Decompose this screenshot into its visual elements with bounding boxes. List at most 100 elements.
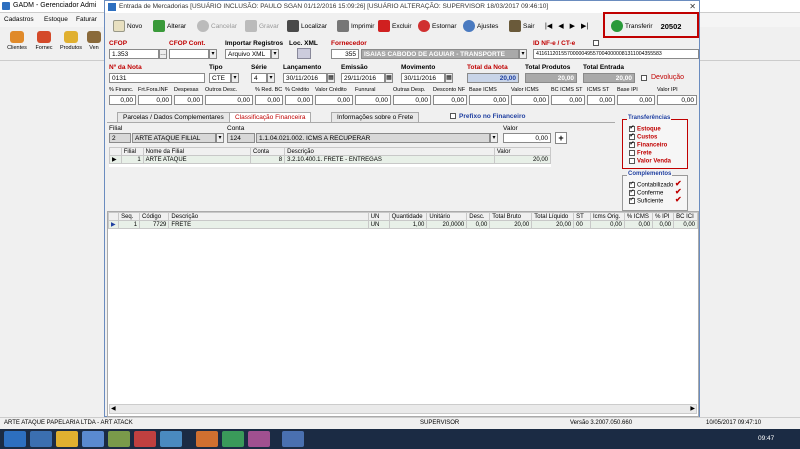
id-nfe-field[interactable]: 4116112015570000049557004000008131100435…: [533, 49, 699, 59]
complementos-checkbox-item[interactable]: Suficiente: [629, 196, 663, 205]
col-total-bruto[interactable]: Total Bruto: [489, 212, 533, 221]
tax-field[interactable]: 0,00: [393, 95, 431, 105]
loc-xml-icon[interactable]: [297, 48, 311, 59]
transferencias-checkbox-item[interactable]: Financeiro: [629, 140, 667, 149]
movimento-field[interactable]: 30/11/2016: [401, 73, 445, 83]
cancelar-button[interactable]: Cancelar: [197, 17, 237, 35]
tax-field[interactable]: 0,00: [469, 95, 509, 105]
chevron-down-icon[interactable]: ▾: [267, 73, 275, 83]
tax-field[interactable]: 0,00: [205, 95, 253, 105]
alterar-button[interactable]: Alterar: [153, 17, 186, 35]
gravar-button[interactable]: Gravar: [245, 17, 279, 35]
tab-frete[interactable]: Informações sobre o Frete: [331, 112, 420, 122]
checkbox[interactable]: [629, 196, 635, 204]
tax-field[interactable]: 0,00: [551, 95, 585, 105]
conta-code-field[interactable]: 124: [227, 133, 255, 143]
calendar-icon[interactable]: ▦: [385, 73, 393, 83]
transferencias-checkbox-item[interactable]: Valor Venda: [629, 158, 671, 165]
tax-field[interactable]: 0,00: [355, 95, 391, 105]
taskbar-app5-icon[interactable]: [248, 431, 270, 447]
valor-field[interactable]: 0,00: [503, 133, 551, 143]
cfop-cont-field[interactable]: [169, 49, 209, 59]
filial-code-field[interactable]: 2: [109, 133, 131, 143]
scroll-right-icon[interactable]: ▶: [690, 405, 695, 412]
nota-field[interactable]: 0131: [109, 73, 205, 83]
taskbar-app4-icon[interactable]: [160, 431, 182, 447]
checkbox[interactable]: [629, 158, 635, 164]
taskbar-app2-icon[interactable]: [108, 431, 130, 447]
complementos-checkbox-item[interactable]: Contabilizado: [629, 180, 673, 189]
col-valor[interactable]: Valor: [493, 147, 552, 156]
checkbox[interactable]: [629, 140, 635, 148]
checkbox[interactable]: [629, 150, 635, 156]
taskbar-folder-icon[interactable]: [56, 431, 78, 447]
table-row[interactable]: ▶ 1 ARTE ATAQUE 8 3.2.10.400.1. FRETE - …: [109, 155, 552, 164]
cfop-field[interactable]: 1.353: [109, 49, 159, 59]
toolbar-produtos[interactable]: Produtos: [58, 31, 84, 51]
toolbar-clientes[interactable]: Clientes: [4, 31, 30, 51]
importar-select[interactable]: Arquivo XML: [225, 49, 271, 59]
col-unitario[interactable]: Unitário: [426, 212, 468, 221]
col-icms-orig[interactable]: Icms Orig.: [589, 212, 625, 221]
taskbar-chrome-icon[interactable]: [222, 431, 244, 447]
col-conta[interactable]: Conta: [249, 147, 286, 156]
col-descricao[interactable]: Descrição: [284, 147, 495, 156]
sair-button[interactable]: Sair: [509, 17, 535, 35]
scroll-left-icon[interactable]: ◀: [111, 405, 116, 412]
taskbar-ie-icon[interactable]: [30, 431, 52, 447]
nav-last-button[interactable]: ▶|: [581, 22, 588, 30]
tax-field[interactable]: 0,00: [174, 95, 203, 105]
chevron-down-icon[interactable]: ▾: [490, 133, 498, 143]
estornar-button[interactable]: Estornar: [418, 17, 457, 35]
nav-first-button[interactable]: |◀: [545, 22, 552, 30]
toolbar-vendas[interactable]: Ven: [84, 31, 104, 51]
table-row[interactable]: ▶ 1 7729 FRETE UN 1,00 20,0000 0,00 20,00 20,00 00…: [107, 220, 698, 229]
toolbar-fornec[interactable]: Fornec: [31, 31, 57, 51]
emissao-field[interactable]: 29/11/2016: [341, 73, 385, 83]
transferir-button[interactable]: Transferir 20502: [611, 17, 681, 35]
id-nfe-checkbox[interactable]: [593, 40, 599, 46]
taskbar-firefox-icon[interactable]: [196, 431, 218, 447]
calendar-icon[interactable]: ▦: [327, 73, 335, 83]
col-total-liquido[interactable]: Total Líquido: [531, 212, 575, 221]
tax-field[interactable]: 0,00: [285, 95, 313, 105]
tax-field[interactable]: 0,00: [255, 95, 283, 105]
col-quantidade[interactable]: Quantidade: [388, 212, 428, 221]
prefixo-checkbox[interactable]: [450, 113, 456, 119]
col-filial[interactable]: Filial: [120, 147, 144, 156]
col-bc[interactable]: BC ICI: [673, 212, 698, 221]
tax-field[interactable]: 0,00: [138, 95, 172, 105]
imprimir-button[interactable]: Imprimir: [337, 17, 374, 35]
tab-parcelas[interactable]: Parcelas / Dados Complementares: [117, 112, 230, 122]
fornecedor-code-field[interactable]: 355: [331, 49, 359, 59]
taskbar-app3-icon[interactable]: [134, 431, 156, 447]
ajustes-button[interactable]: Ajustes: [463, 17, 498, 35]
menu-cadastros[interactable]: Cadastros: [4, 16, 34, 23]
calendar-icon[interactable]: ▦: [445, 73, 453, 83]
col-un[interactable]: UN: [367, 212, 390, 221]
total-nota-field[interactable]: 20,00: [467, 73, 519, 83]
menu-estoque[interactable]: Estoque: [44, 16, 68, 23]
taskbar-gadm-icon[interactable]: [282, 431, 304, 447]
tax-field[interactable]: 0,00: [433, 95, 467, 105]
tax-field[interactable]: 0,00: [587, 95, 615, 105]
tipo-select[interactable]: CTE: [209, 73, 231, 83]
start-button[interactable]: [4, 431, 26, 447]
tax-field[interactable]: 0,00: [617, 95, 655, 105]
tax-field[interactable]: 0,00: [315, 95, 353, 105]
col-seq[interactable]: Seq.: [118, 212, 141, 221]
col-codigo[interactable]: Código: [139, 212, 170, 221]
col-nome-filial[interactable]: Nome da Filial: [142, 147, 251, 156]
chevron-down-icon[interactable]: ▾: [216, 133, 224, 143]
localizar-button[interactable]: Localizar: [287, 17, 327, 35]
col-st[interactable]: ST: [573, 212, 591, 221]
chevron-down-icon[interactable]: ▾: [209, 49, 217, 59]
devolucao-checkbox[interactable]: [641, 75, 647, 81]
col-icms[interactable]: % ICMS: [623, 212, 654, 221]
novo-button[interactable]: Novo: [113, 17, 142, 35]
chevron-down-icon[interactable]: ▾: [231, 73, 239, 83]
taskbar-app-icon[interactable]: [82, 431, 104, 447]
col-ipi[interactable]: % IPI: [652, 212, 675, 221]
chevron-down-icon[interactable]: ▾: [271, 49, 279, 59]
add-button[interactable]: +: [555, 132, 567, 144]
